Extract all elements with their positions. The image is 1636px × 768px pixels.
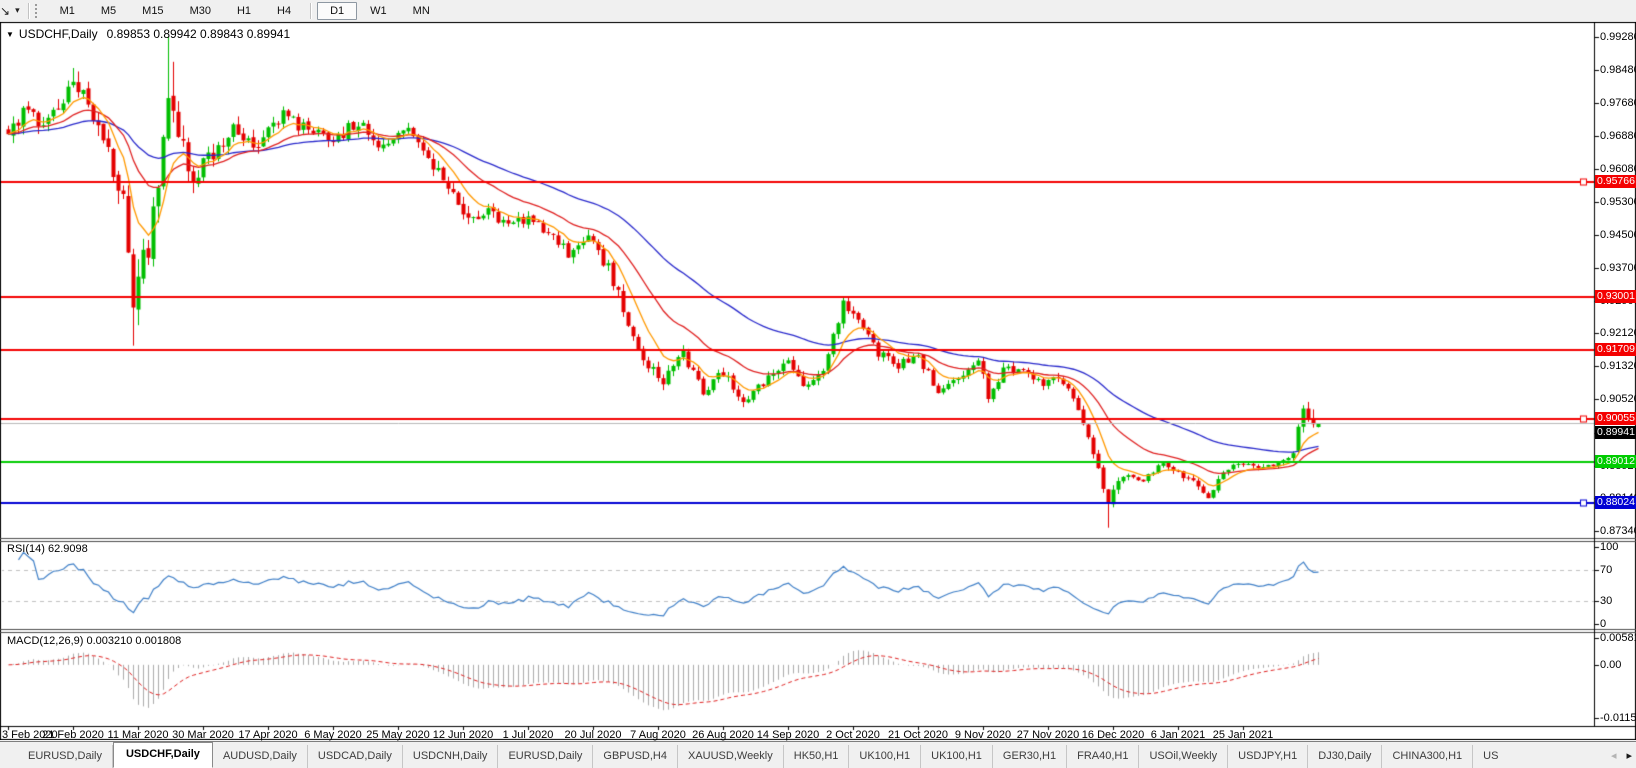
date-axis-label: 26 Aug 2020 [692, 729, 754, 741]
date-axis-label: 21 Feb 2020 [42, 729, 104, 741]
chart-tab-uk100-h1[interactable]: UK100,H1 [849, 745, 921, 768]
price-chart-canvas[interactable] [0, 22, 1636, 740]
bid-price-badge: 0.89941 [1595, 426, 1636, 439]
macd-indicator-label: MACD(12,26,9) 0.003210 0.001808 [7, 635, 181, 647]
date-axis-label: 25 Jan 2021 [1213, 729, 1274, 741]
rsi-axis-tick-label: 70 [1600, 565, 1612, 576]
cursor-tool-button[interactable]: ↘ ▾ [0, 2, 24, 20]
rsi-axis-tick-label: 30 [1600, 596, 1612, 607]
level-price-badge: 0.95766 [1595, 175, 1636, 188]
price-axis-tick-label: 0.90520 [1600, 394, 1636, 405]
chart-tab-audusd-daily[interactable]: AUDUSD,Daily [213, 745, 308, 768]
chart-tab-eurusd-daily[interactable]: EURUSD,Daily [18, 745, 113, 768]
date-axis-label: 20 Jul 2020 [565, 729, 622, 741]
date-axis-label: 25 May 2020 [366, 729, 430, 741]
level-price-badge: 0.90055 [1595, 412, 1636, 425]
timeframe-button-mn[interactable]: MN [400, 2, 443, 20]
chart-tab-usdcad-daily[interactable]: USDCAD,Daily [308, 745, 403, 768]
toolbar: ↘ ▾ M1M5M15M30H1H4 D1W1MN [0, 0, 1636, 22]
tab-scroll-left-icon[interactable]: ◂ [1611, 749, 1617, 762]
chart-tab-usdcnh-daily[interactable]: USDCNH,Daily [403, 745, 499, 768]
chart-tab-gbpusd-h4[interactable]: GBPUSD,H4 [593, 745, 678, 768]
toolbar-separator [310, 3, 311, 19]
chart-tab-usdjpy-h1[interactable]: USDJPY,H1 [1228, 745, 1308, 768]
timeframe-button-m5[interactable]: M5 [88, 2, 129, 20]
chart-tab-fra40-h1[interactable]: FRA40,H1 [1067, 745, 1139, 768]
chart-tab-ger30-h1[interactable]: GER30,H1 [993, 745, 1067, 768]
date-axis-label: 30 Mar 2020 [172, 729, 234, 741]
price-axis-tick-label: 0.96080 [1600, 164, 1636, 175]
timeframe-button-m30[interactable]: M30 [177, 2, 224, 20]
price-axis-tick-label: 0.93700 [1600, 263, 1636, 274]
chart-tabs-bar: EURUSD,DailyUSDCHF,DailyAUDUSD,DailyUSDC… [0, 741, 1636, 768]
rsi-axis-tick-label: 100 [1600, 542, 1618, 553]
timeframe-button-group: M1M5M15M30H1H4 D1W1MN [47, 2, 443, 20]
rsi-axis-tick-label: 0 [1600, 619, 1606, 630]
timeframe-button-h1[interactable]: H1 [224, 2, 264, 20]
date-axis-label: 2 Oct 2020 [826, 729, 880, 741]
price-axis-tick-label: 0.96880 [1600, 131, 1636, 142]
timeframe-button-m1[interactable]: M1 [47, 2, 88, 20]
date-axis-label: 14 Sep 2020 [757, 729, 819, 741]
timeframe-button-h4[interactable]: H4 [264, 2, 304, 20]
date-axis-label: 6 May 2020 [304, 729, 361, 741]
chart-tab-china300-h1[interactable]: CHINA300,H1 [1382, 745, 1473, 768]
date-axis-label: 9 Nov 2020 [955, 729, 1011, 741]
rsi-indicator-label: RSI(14) 62.9098 [7, 543, 88, 555]
chart-tab-uk100-h1[interactable]: UK100,H1 [921, 745, 993, 768]
date-axis-label: 16 Dec 2020 [1082, 729, 1144, 741]
macd-axis-tick-label: -0.011514 [1600, 713, 1636, 724]
price-axis-tick-label: 0.98480 [1600, 65, 1636, 76]
chart-title: ▼ USDCHF,Daily 0.89853 0.89942 0.89843 0.8… [6, 27, 290, 41]
tab-scroll-right-icon[interactable]: ▸ [1626, 749, 1632, 762]
timeframe-button-m15[interactable]: M15 [129, 2, 176, 20]
level-price-badge: 0.93001 [1595, 290, 1636, 303]
price-axis-tick-label: 0.87340 [1600, 526, 1636, 537]
chart-ohlc-values: 0.89853 0.89942 0.89843 0.89941 [107, 27, 291, 41]
date-axis-label: 12 Jun 2020 [433, 729, 494, 741]
timeframe-button-w1[interactable]: W1 [357, 2, 400, 20]
date-axis-label: 21 Oct 2020 [888, 729, 948, 741]
price-axis-tick-label: 0.97680 [1600, 98, 1636, 109]
macd-axis-tick-label: 0.005818 [1600, 633, 1636, 644]
date-axis-label: 27 Nov 2020 [1017, 729, 1079, 741]
level-price-badge: 0.88024 [1595, 496, 1636, 509]
toolbar-separator [28, 3, 29, 19]
chart-tab-hk50-h1[interactable]: HK50,H1 [784, 745, 850, 768]
price-axis-tick-label: 0.95300 [1600, 197, 1636, 208]
date-axis-label: 11 Mar 2020 [108, 729, 169, 741]
chart-symbol-label: USDCHF,Daily [19, 27, 98, 41]
chart-tab-eurusd-daily[interactable]: EURUSD,Daily [498, 745, 593, 768]
toolbar-grip[interactable] [35, 4, 41, 18]
collapse-triangle-icon[interactable]: ▼ [6, 30, 14, 39]
price-axis-tick-label: 0.92120 [1600, 328, 1636, 339]
level-price-badge: 0.91709 [1595, 343, 1636, 356]
chart-window: ▼ USDCHF,Daily 0.89853 0.89942 0.89843 0.8… [0, 22, 1636, 740]
price-axis-tick-label: 0.99280 [1600, 32, 1636, 43]
macd-axis-tick-label: 0.00 [1600, 660, 1621, 671]
date-axis-label: 6 Jan 2021 [1151, 729, 1205, 741]
date-axis-label: 17 Apr 2020 [238, 729, 297, 741]
date-axis-label: 1 Jul 2020 [503, 729, 554, 741]
chart-tab-us[interactable]: US [1473, 745, 1508, 768]
chevron-down-icon: ▾ [15, 5, 20, 16]
chart-tab-xauusd-weekly[interactable]: XAUUSD,Weekly [678, 745, 784, 768]
chart-tab-dj30-daily[interactable]: DJ30,Daily [1308, 745, 1382, 768]
price-axis-tick-label: 0.91320 [1600, 361, 1636, 372]
timeframe-button-d1[interactable]: D1 [317, 2, 357, 20]
level-price-badge: 0.89012 [1595, 455, 1636, 468]
date-axis-label: 7 Aug 2020 [630, 729, 686, 741]
chart-tab-usdchf-daily[interactable]: USDCHF,Daily [113, 742, 213, 768]
cursor-tool-icon: ↘ [0, 4, 10, 18]
chart-tab-usoil-weekly[interactable]: USOil,Weekly [1139, 745, 1228, 768]
price-axis-tick-label: 0.94500 [1600, 230, 1636, 241]
